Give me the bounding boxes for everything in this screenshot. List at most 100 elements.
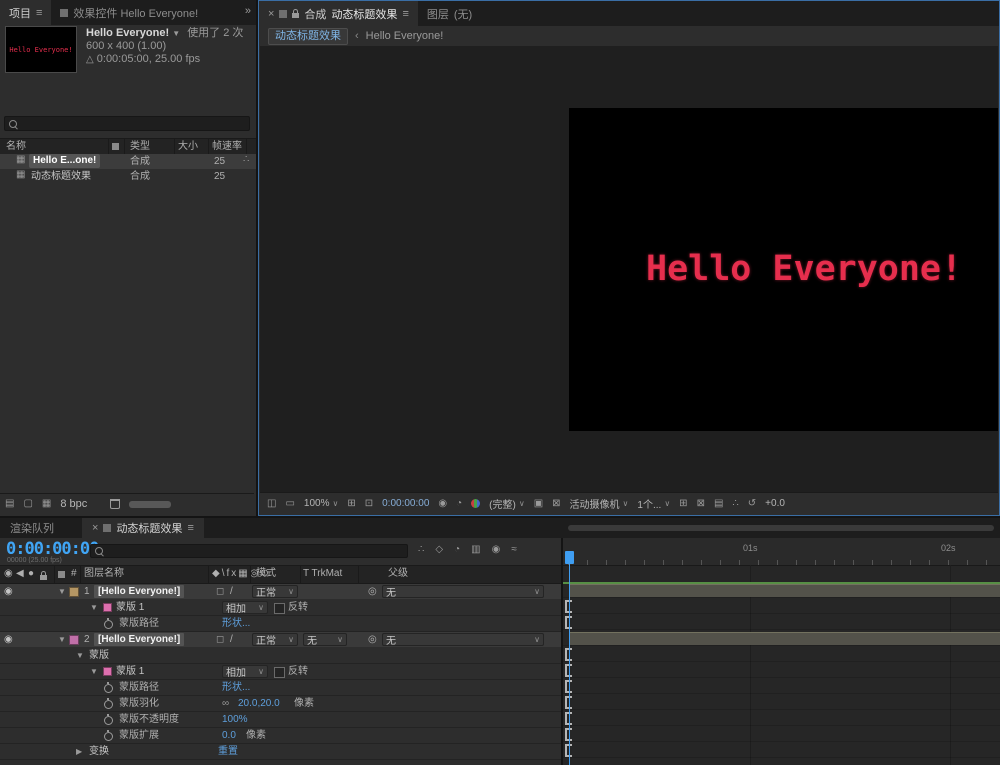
current-time-indicator-line[interactable] — [569, 563, 570, 765]
timeline-track-area[interactable]: 01s 02s — [561, 538, 1000, 765]
magnification-dropdown[interactable]: 100% ∨ — [304, 498, 338, 509]
track-row[interactable] — [563, 710, 1000, 726]
reset-exposure-icon[interactable]: ↺ — [748, 498, 756, 509]
project-search-input[interactable] — [4, 116, 250, 131]
property-value[interactable]: 100% — [222, 712, 248, 728]
horizontal-scrollbar[interactable] — [129, 500, 172, 508]
collapse-switch-icon[interactable]: ◻ — [216, 635, 224, 645]
property-name[interactable]: 蒙版不透明度 — [119, 712, 179, 728]
project-bit-depth[interactable]: 8 bpc — [60, 498, 87, 510]
track-row[interactable] — [563, 726, 1000, 742]
layer-row-2[interactable]: ◉ ▼ 2 [Hello Everyone!] ◻ / 正常 ∨ 无 ∨ ◎ 无… — [0, 632, 561, 648]
project-row-dongtai[interactable]: ▦ 动态标题效果 合成 25 — [0, 169, 256, 184]
tab-layer[interactable]: 图层 (无) — [418, 1, 481, 26]
property-value-link[interactable]: 形状... — [222, 680, 250, 696]
column-size[interactable]: 大小 — [178, 139, 198, 155]
stopwatch-icon[interactable] — [104, 618, 113, 629]
property-name[interactable]: 蒙版路径 — [119, 616, 159, 632]
take-snapshot-icon[interactable]: ◉ — [438, 498, 447, 509]
parent-pickwhip-icon[interactable]: ◎ — [368, 632, 377, 648]
property-name[interactable]: 蒙版路径 — [119, 680, 159, 696]
blend-mode-dropdown[interactable]: 正常 ∨ — [252, 633, 298, 647]
property-row-mask-path[interactable]: 蒙版路径 形状... — [0, 616, 561, 632]
property-row-mask-opacity[interactable]: 蒙版不透明度 100% — [0, 712, 561, 728]
mask-name[interactable]: 蒙版 1 — [116, 600, 144, 616]
breadcrumb-current-comp[interactable]: 动态标题效果 — [268, 27, 348, 45]
chevron-down-icon[interactable]: ▼ — [172, 29, 180, 38]
new-composition-icon[interactable]: ▦ — [42, 499, 51, 509]
twirl-right-icon[interactable]: ▶ — [76, 744, 82, 760]
twirl-down-icon[interactable]: ▼ — [58, 632, 66, 648]
grid-guides-icon[interactable]: ⊞ — [347, 498, 355, 509]
track-row[interactable] — [563, 742, 1000, 758]
track-row[interactable] — [563, 662, 1000, 678]
invert-checkbox[interactable] — [274, 667, 285, 678]
show-channel-icon[interactable] — [471, 499, 481, 508]
stopwatch-icon[interactable] — [104, 730, 113, 741]
interpret-footage-icon[interactable]: ▤ — [5, 499, 14, 509]
group-row-masks[interactable]: ▼ 蒙版 — [0, 648, 561, 664]
exposure-value[interactable]: +0.0 — [765, 498, 785, 509]
parent-dropdown[interactable]: 无 ∨ — [382, 585, 544, 599]
item-name[interactable]: 动态标题效果 — [31, 169, 91, 185]
composition-mini-flowchart-icon[interactable]: ∴ — [418, 545, 424, 555]
trash-icon[interactable] — [110, 499, 121, 509]
new-folder-icon[interactable]: ▢ — [23, 499, 32, 509]
breadcrumb-parent-comp[interactable]: Hello Everyone! — [366, 30, 444, 42]
trkmat-dropdown[interactable]: 无 ∨ — [303, 633, 347, 647]
composition-thumbnail[interactable]: Hello Everyone! — [6, 27, 76, 72]
panel-menu-icon[interactable]: ≡ — [36, 7, 42, 19]
link-icon[interactable]: ∞ — [222, 699, 229, 709]
track-row[interactable] — [563, 614, 1000, 630]
column-mode[interactable]: 模式 — [256, 566, 276, 582]
label-color-chip[interactable] — [69, 587, 79, 597]
always-preview-icon[interactable]: ◫ — [267, 498, 276, 509]
property-value[interactable]: 20.0,20.0 — [238, 696, 280, 712]
region-of-interest-icon[interactable]: ▣ — [534, 498, 543, 509]
mask-row[interactable]: ▼ 蒙版 1 相加 ∨ 反转 — [0, 664, 561, 680]
track-row[interactable] — [563, 646, 1000, 662]
tab-effect-controls[interactable]: 效果控件 Hello Everyone! — [51, 0, 207, 25]
preview-timecode[interactable]: 0:00:00:00 — [382, 498, 429, 509]
composition-flowchart-icon[interactable]: ∴ — [243, 155, 249, 165]
track-row[interactable] — [563, 598, 1000, 614]
twirl-down-icon[interactable]: ▼ — [58, 584, 66, 600]
tab-timeline-comp[interactable]: × 动态标题效果 ≡ — [82, 518, 204, 538]
project-row-hello-everyone[interactable]: ▦ Hello E...one! 合成 25 ∴ — [0, 154, 256, 169]
video-eye-icon[interactable]: ◉ — [4, 584, 13, 600]
layer-row-1[interactable]: ◉ ▼ 1 [Hello Everyone!] ◻ / 正常 ∨ ◎ 无 ∨ — [0, 584, 561, 600]
shy-layers-icon[interactable]: ◔ — [454, 545, 460, 555]
label-color-chip[interactable] — [69, 635, 79, 645]
invert-checkbox[interactable] — [274, 603, 285, 614]
twirl-down-icon[interactable]: ▼ — [90, 600, 98, 616]
close-icon[interactable]: × — [268, 8, 274, 20]
draft-3d-icon[interactable]: ◇ — [435, 545, 443, 555]
layer-name[interactable]: [Hello Everyone!] — [94, 585, 185, 598]
group-name[interactable]: 变换 — [89, 744, 109, 760]
parent-pickwhip-icon[interactable]: ◎ — [368, 584, 377, 600]
graph-editor-icon[interactable]: ≈ — [511, 545, 517, 555]
quality-switch-icon[interactable]: / — [230, 584, 233, 600]
reset-link[interactable]: 重置 — [218, 744, 238, 760]
property-value-link[interactable]: 形状... — [222, 616, 250, 632]
column-fps[interactable]: 帧速率 — [212, 139, 242, 155]
item-name[interactable]: Hello E...one! — [29, 154, 101, 168]
lock-icon[interactable] — [292, 8, 300, 18]
stopwatch-icon[interactable] — [104, 682, 113, 693]
property-value[interactable]: 0.0 — [222, 728, 236, 744]
tab-overflow-icon[interactable]: » — [245, 5, 251, 17]
twirl-down-icon[interactable]: ▼ — [90, 664, 98, 680]
track-row[interactable] — [563, 678, 1000, 694]
mask-mode-dropdown[interactable]: 相加 ∨ — [222, 601, 268, 615]
layer-bar-row[interactable] — [563, 582, 1000, 598]
time-ruler[interactable]: 01s 02s — [563, 538, 1000, 566]
track-row[interactable] — [563, 694, 1000, 710]
stopwatch-icon[interactable] — [104, 714, 113, 725]
layer-name[interactable]: [Hello Everyone!] — [94, 633, 185, 646]
column-layer-name[interactable]: 图层名称 — [84, 566, 124, 582]
main-viewer-icon[interactable]: ▭ — [285, 498, 294, 509]
motion-blur-icon[interactable]: ◉ — [492, 545, 501, 555]
mask-mode-dropdown[interactable]: 相加 ∨ — [222, 665, 268, 679]
group-name[interactable]: 蒙版 — [89, 648, 109, 664]
panel-menu-icon[interactable]: ≡ — [187, 522, 193, 534]
